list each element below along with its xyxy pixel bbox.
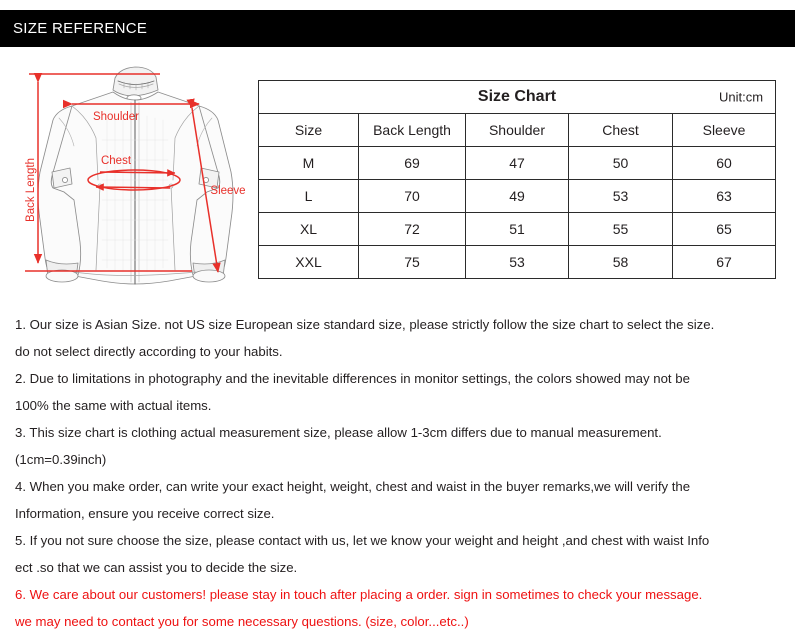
cell-sleeve: 63	[671, 179, 777, 213]
note-line: (1cm=0.39inch)	[15, 452, 107, 467]
cell-back-length: 75	[358, 245, 466, 279]
note-line: 1. Our size is Asian Size. not US size E…	[15, 317, 715, 332]
column-header-size: Size	[258, 113, 359, 147]
note-line: 100% the same with actual items.	[15, 398, 212, 413]
cell-shoulder: 49	[465, 179, 569, 213]
column-header-shoulder: Shoulder	[465, 113, 569, 147]
cell-size: XL	[258, 212, 359, 246]
note-line: ect .so that we can assist you to decide…	[15, 560, 298, 575]
size-notes-list: 1. Our size is Asian Size. not US size E…	[15, 311, 785, 635]
cell-chest: 50	[568, 146, 673, 180]
table-row: XXL 75 53 58 67	[258, 245, 777, 279]
chest-arrow-right	[99, 169, 176, 177]
column-header-chest: Chest	[568, 113, 673, 147]
jacket-measurement-diagram: Back Length Shoulder Chest Sleeve	[12, 60, 260, 292]
table-title-cell: Size Chart Unit:cm	[257, 80, 777, 114]
table-row: XL 72 51 55 65	[258, 212, 777, 246]
note-line: Information, ensure you receive correct …	[15, 506, 275, 521]
cell-shoulder: 53	[465, 245, 569, 279]
table-row: L 70 49 53 63	[258, 179, 777, 213]
size-chart-table-container: Size Chart Unit:cm Size Back Length Shou…	[257, 80, 777, 279]
sleeve-label: Sleeve	[210, 185, 245, 197]
size-chart-title: Size Chart	[477, 88, 557, 105]
cell-sleeve: 60	[671, 146, 777, 180]
cell-chest: 58	[568, 245, 673, 279]
back-length-label: Back Length	[25, 158, 37, 222]
chest-label: Chest	[101, 155, 132, 167]
table-header-row: Size Back Length Shoulder Chest Sleeve	[258, 113, 777, 147]
cell-shoulder: 47	[465, 146, 569, 180]
note-line: 4. When you make order, can write your e…	[15, 479, 691, 494]
cell-chest: 55	[568, 212, 673, 246]
cell-size: M	[258, 146, 359, 180]
note-line: 6. We care about our customers! please s…	[15, 587, 703, 602]
cell-size: XXL	[258, 245, 359, 279]
size-chart-unit: Unit:cm	[718, 89, 764, 105]
cell-sleeve: 65	[671, 212, 777, 246]
cell-shoulder: 51	[465, 212, 569, 246]
cell-back-length: 69	[358, 146, 466, 180]
cell-sleeve: 67	[671, 245, 777, 279]
chest-arrow-left	[95, 183, 171, 191]
header-bar: SIZE REFERENCE	[0, 10, 795, 47]
note-line: we may need to contact you for some nece…	[15, 614, 469, 629]
cell-size: L	[258, 179, 359, 213]
page-title: SIZE REFERENCE	[13, 20, 148, 37]
shoulder-label: Shoulder	[93, 111, 139, 123]
note-line: do not select directly according to your…	[15, 344, 283, 359]
note-line: 2. Due to limitations in photography and…	[15, 371, 690, 386]
table-row: M 69 47 50 60	[258, 146, 777, 180]
size-chart-table: Size Chart Unit:cm Size Back Length Shou…	[257, 80, 777, 279]
column-header-sleeve: Sleeve	[671, 113, 777, 147]
top-content-region: Back Length Shoulder Chest Sleeve Size C…	[0, 47, 795, 297]
cell-chest: 53	[568, 179, 673, 213]
note-line: 3. This size chart is clothing actual me…	[15, 425, 662, 440]
cell-back-length: 70	[358, 179, 466, 213]
cell-back-length: 72	[358, 212, 466, 246]
note-line: 5. If you not sure choose the size, plea…	[15, 533, 710, 548]
table-title-row: Size Chart Unit:cm	[257, 80, 777, 114]
column-header-back-length: Back Length	[358, 113, 466, 147]
